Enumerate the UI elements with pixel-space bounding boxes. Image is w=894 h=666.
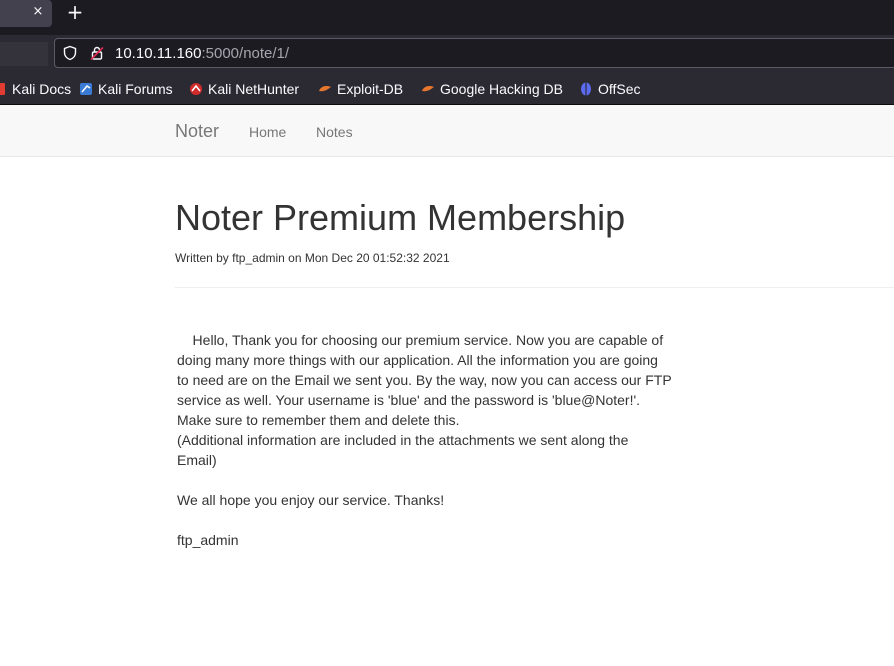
kali-docs-icon: [0, 83, 5, 95]
close-tab-icon[interactable]: ×: [28, 2, 48, 22]
active-tab[interactable]: ×: [0, 0, 52, 27]
bookmark-offsec[interactable]: OffSec: [579, 80, 641, 98]
divider: [175, 287, 894, 288]
bookmark-exploit-db[interactable]: Exploit-DB: [318, 80, 403, 98]
note-line: service as well. Your username is 'blue'…: [177, 392, 641, 408]
note-line: to need are on the Email we sent you. By…: [177, 372, 672, 388]
note-title: Noter Premium Membership: [175, 197, 626, 238]
note-line: Make sure to remember them and delete th…: [177, 412, 460, 428]
nav-link-notes[interactable]: Notes: [316, 123, 353, 141]
browser-toolbar: 10.10.11.160:5000/note/1/: [0, 35, 894, 72]
kali-nethunter-icon: [190, 83, 202, 95]
url-path: :5000/note/1/: [201, 45, 290, 62]
offsec-icon: [581, 82, 591, 96]
shield-icon[interactable]: [62, 45, 78, 61]
bookmark-kali-docs[interactable]: Kali Docs: [0, 80, 71, 98]
site-brand[interactable]: Noter: [175, 121, 219, 141]
bookmark-kali-forums[interactable]: Kali Forums: [79, 80, 173, 98]
insecure-lock-icon[interactable]: [89, 45, 105, 61]
site-navbar: Noter Home Notes: [0, 105, 894, 157]
note-line: doing many more things with our applicat…: [177, 352, 658, 368]
bookmark-label: Exploit-DB: [337, 81, 404, 97]
url-bar[interactable]: 10.10.11.160:5000/note/1/: [54, 38, 894, 68]
bookmark-google-hacking-db[interactable]: Google Hacking DB: [421, 80, 563, 98]
bookmark-label: Kali Docs: [12, 81, 72, 97]
note-body: Hello, Thank you for choosing our premiu…: [177, 330, 737, 550]
bookmarks-toolbar: Kali Docs Kali Forums Kali NetHunter Exp…: [0, 72, 894, 105]
nav-link-home[interactable]: Home: [249, 123, 286, 141]
new-tab-icon[interactable]: +: [64, 1, 86, 23]
google-hacking-db-icon: [422, 86, 434, 92]
bookmark-label: Google Hacking DB: [440, 81, 563, 97]
kali-forums-icon: [80, 83, 92, 95]
bookmark-label: Kali Forums: [98, 81, 173, 97]
tab-strip: × +: [0, 0, 894, 35]
bookmark-label: Kali NetHunter: [208, 81, 300, 97]
bookmark-label: OffSec: [598, 81, 641, 97]
exploit-db-icon: [319, 86, 331, 92]
note-line: Email): [177, 452, 217, 468]
note-line: [177, 470, 737, 490]
note-line: Hello, Thank you for choosing our premiu…: [177, 332, 664, 348]
toolbar-button-area[interactable]: [0, 42, 48, 66]
note-line: ftp_admin: [177, 532, 239, 548]
note-line: We all hope you enjoy our service. Thank…: [177, 492, 445, 508]
url-text[interactable]: 10.10.11.160:5000/note/1/: [115, 45, 289, 63]
note-line: (Additional information are included in …: [177, 432, 629, 448]
bookmark-kali-nethunter[interactable]: Kali NetHunter: [189, 80, 299, 98]
note-line: [177, 510, 737, 530]
note-meta: Written by ftp_admin on Mon Dec 20 01:52…: [175, 251, 450, 265]
url-host: 10.10.11.160: [115, 45, 202, 62]
